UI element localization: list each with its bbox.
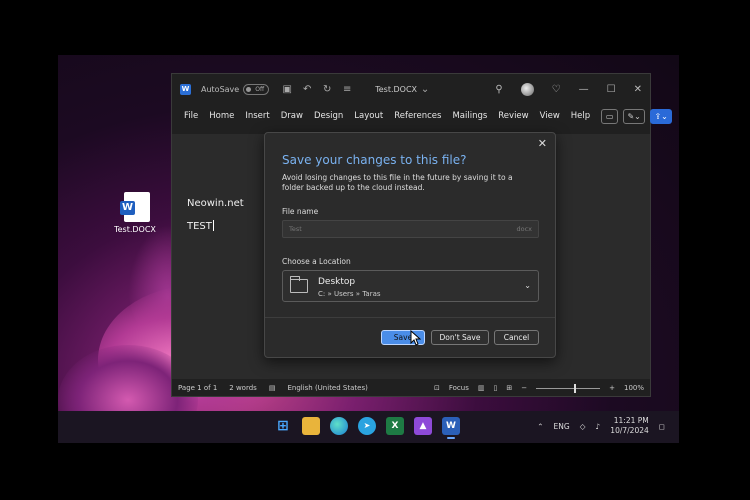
clock[interactable]: 11:21 PM 10/7/2024 [610,416,648,436]
language-indicator[interactable]: English (United States) [287,384,367,392]
dialog-description: Avoid losing changes to this file in the… [282,173,513,192]
print-layout-icon[interactable]: ▯ [494,384,498,392]
location-dropdown[interactable]: Desktop C: » Users » Taras ⌄ [282,270,539,302]
affinity-icon[interactable]: ▲ [414,417,432,435]
taskbar: ⊞ ➤ X ▲ W ⌃ ENG ◇ ♪ 11:21 PM 10/7/2024 ◻ [58,411,679,443]
tab-file[interactable]: File [184,111,198,121]
start-icon[interactable]: ⊞ [274,417,292,435]
dialog-title: Save your changes to this file? [282,153,467,167]
telegram-icon[interactable]: ➤ [358,417,376,435]
autosave-label: AutoSave [201,84,240,94]
save-icon[interactable]: ▣ [279,84,295,95]
chevron-down-icon: ⌄ [524,281,531,290]
edge-icon[interactable] [330,417,348,435]
tab-home[interactable]: Home [209,111,234,121]
word-taskbar-icon[interactable]: W [442,417,460,439]
network-icon[interactable]: ◇ [580,422,586,431]
avatar[interactable] [520,82,534,96]
chevron-up-icon[interactable]: ⌃ [537,422,543,431]
volume-icon[interactable]: ♪ [596,422,601,431]
chevron-down-icon[interactable]: ⌄ [417,84,433,95]
location-path: C: » Users » Taras [318,290,381,298]
clock-time: 11:21 PM [613,416,649,425]
web-layout-icon[interactable]: ⊞ [506,384,512,392]
location-label: Choose a Location [282,257,351,266]
focus-icon[interactable]: ⊡ [434,384,440,392]
status-bar: Page 1 of 1 2 words ▤ English (United St… [172,380,650,396]
language-indicator[interactable]: ENG [554,422,570,431]
tab-insert[interactable]: Insert [245,111,269,121]
taskbar-apps: ⊞ ➤ X ▲ W [274,417,460,439]
word-document-icon: W [120,192,150,222]
comments-icon[interactable]: ▭ [601,108,619,124]
share-icon[interactable]: ⇪⌄ [650,108,673,124]
zoom-level[interactable]: 100% [624,384,644,392]
tab-references[interactable]: References [394,111,441,121]
notification-icon[interactable]: ◻ [659,422,665,431]
proofing-icon[interactable]: ▤ [269,384,276,392]
dont-save-button[interactable]: Don't Save [431,330,489,345]
document-text-line: Neowin.net [187,198,244,209]
word-logo-icon: W [180,83,191,95]
tab-design[interactable]: Design [314,111,343,121]
system-tray: ⌃ ENG ◇ ♪ 11:21 PM 10/7/2024 ◻ [537,416,665,436]
text-cursor [212,220,214,231]
save-changes-dialog: ✕ Save your changes to this file? Avoid … [264,132,556,358]
dialog-divider [265,317,555,318]
tab-view[interactable]: View [540,111,560,121]
tab-layout[interactable]: Layout [354,111,383,121]
redo-icon[interactable]: ↻ [319,84,335,95]
title-bar: W AutoSave Off ▣ ↶ ↻ ≡ Test.DOCX ⌄ ⚲ ♡ —… [172,74,650,104]
undo-icon[interactable]: ↶ [299,84,315,95]
folder-icon [290,276,308,293]
tab-mailings[interactable]: Mailings [452,111,487,121]
document-text: TEST [187,221,212,232]
lightbulb-icon[interactable]: ♡ [552,84,561,95]
file-name-label: File name [282,207,319,216]
tab-help[interactable]: Help [571,111,590,121]
maximize-icon[interactable]: ☐ [607,84,616,95]
customize-toolbar-icon[interactable]: ≡ [339,84,355,95]
tab-review[interactable]: Review [498,111,528,121]
tab-draw[interactable]: Draw [281,111,303,121]
word-count[interactable]: 2 words [229,384,257,392]
ribbon-tabs: File Home Insert Draw Design Layout Refe… [172,104,673,128]
file-name-field[interactable]: Test docx [282,220,539,238]
close-icon[interactable]: ✕ [634,84,642,95]
focus-label[interactable]: Focus [449,384,469,392]
file-explorer-icon[interactable] [302,417,320,435]
excel-icon[interactable]: X [386,417,404,435]
page-count[interactable]: Page 1 of 1 [178,384,217,392]
clock-date: 10/7/2024 [610,426,649,435]
document-title[interactable]: Test.DOCX [375,85,417,94]
cancel-button[interactable]: Cancel [494,330,539,345]
file-extension: docx [516,225,532,233]
autosave-toggle[interactable]: AutoSave Off [201,83,270,95]
zoom-out-icon[interactable]: − [521,384,527,392]
file-name-value: Test [289,225,302,233]
document-text-line: TEST [187,220,214,232]
location-name: Desktop [318,277,356,287]
editing-mode-icon[interactable]: ✎⌄ [623,108,646,124]
autosave-switch[interactable]: Off [243,83,270,95]
desktop-file-label: Test.DOCX [114,225,156,234]
desktop-file-icon[interactable]: W Test.DOCX [114,192,159,234]
zoom-in-icon[interactable]: + [609,384,615,392]
read-mode-icon[interactable]: ▥ [478,384,485,392]
zoom-slider[interactable] [536,383,601,393]
zoom-slider-knob[interactable] [574,383,577,393]
close-icon[interactable]: ✕ [538,137,547,150]
minimize-icon[interactable]: — [579,84,589,95]
search-icon[interactable]: ⚲ [495,84,502,95]
